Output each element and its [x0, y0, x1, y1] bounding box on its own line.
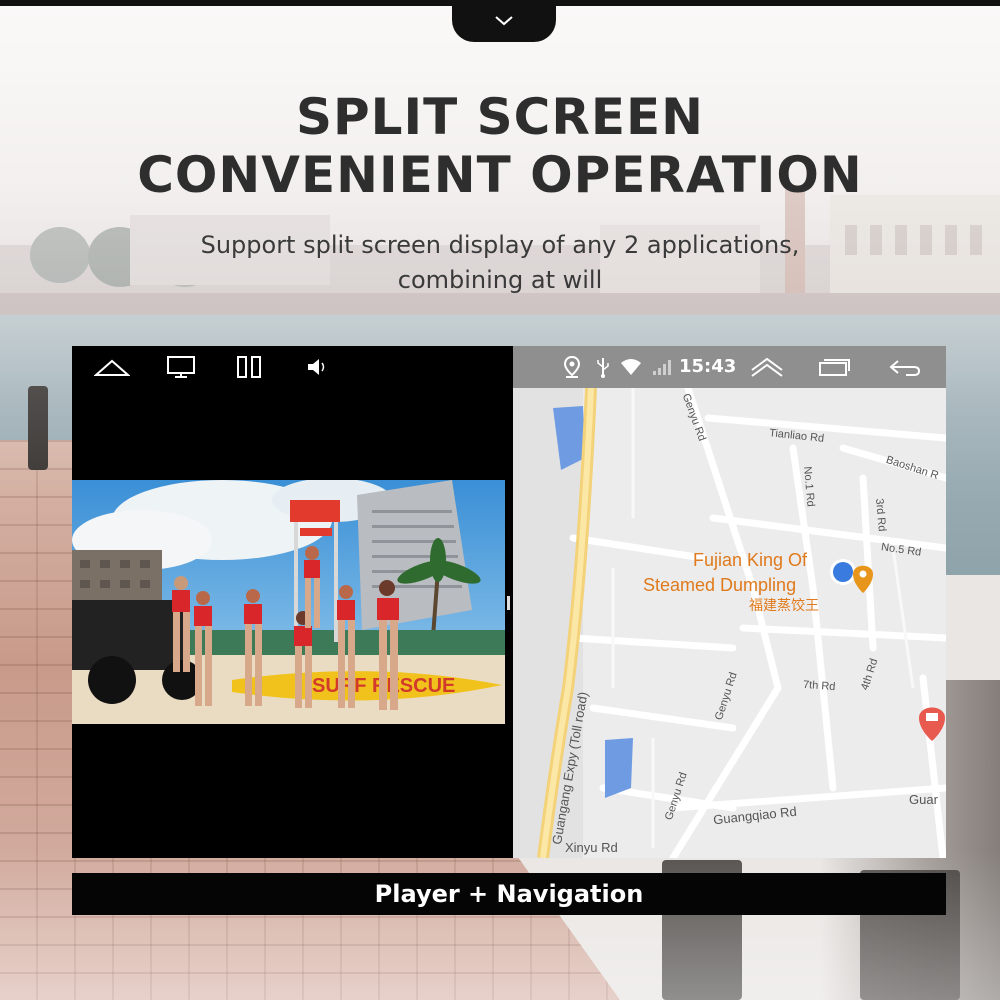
title-line-2: CONVENIENT OPERATION	[137, 146, 863, 204]
clock: 15:43	[679, 356, 737, 377]
split-divider-handle[interactable]	[507, 596, 510, 610]
street-label: Guar	[909, 792, 938, 807]
volume-icon[interactable]	[298, 354, 338, 380]
street-label: 7th Rd	[802, 678, 836, 694]
poi-name-line-2[interactable]: Steamed Dumpling	[643, 573, 796, 597]
poi-name-line-1[interactable]: Fujian King Of	[693, 548, 807, 572]
split-screen-icon[interactable]	[229, 354, 269, 380]
status-bar: 15:43	[513, 346, 946, 388]
navigation-map[interactable]: Genyu Rd Tianliao Rd Baoshan R No.1 Rd 3…	[513, 388, 946, 858]
screen-icon[interactable]	[161, 354, 201, 380]
page-subtitle: Support split screen display of any 2 ap…	[0, 228, 1000, 298]
home-icon[interactable]	[92, 354, 132, 380]
location-icon	[561, 355, 583, 379]
street-label: Xinyu Rd	[565, 840, 618, 855]
device-screen: SURF RESCUE	[72, 346, 946, 858]
subtitle-line-2: combining at will	[397, 266, 603, 294]
caption-bar: Player + Navigation	[72, 873, 946, 915]
pull-down-tab[interactable]	[452, 0, 556, 42]
chevron-down-icon	[495, 16, 513, 26]
expand-icon[interactable]	[749, 355, 785, 379]
usb-icon	[593, 355, 615, 379]
map-roads	[513, 388, 946, 858]
player-pane[interactable]: SURF RESCUE	[72, 346, 513, 858]
back-icon[interactable]	[887, 355, 923, 379]
subtitle-line-1: Support split screen display of any 2 ap…	[200, 231, 800, 259]
signal-icon	[651, 355, 673, 379]
title-line-1: SPLIT SCREEN	[296, 88, 704, 146]
poi-name-chinese[interactable]: 福建蒸饺王	[749, 596, 819, 614]
wifi-icon	[619, 355, 643, 379]
recent-apps-icon[interactable]	[817, 355, 853, 379]
player-nav-bar	[72, 346, 513, 388]
navigation-pane[interactable]: 15:43 Genyu Rd Tianliao Rd Baoshan R No.…	[513, 346, 946, 858]
video-frame[interactable]: SURF RESCUE	[72, 480, 505, 724]
page-title: SPLIT SCREEN CONVENIENT OPERATION	[0, 88, 1000, 204]
